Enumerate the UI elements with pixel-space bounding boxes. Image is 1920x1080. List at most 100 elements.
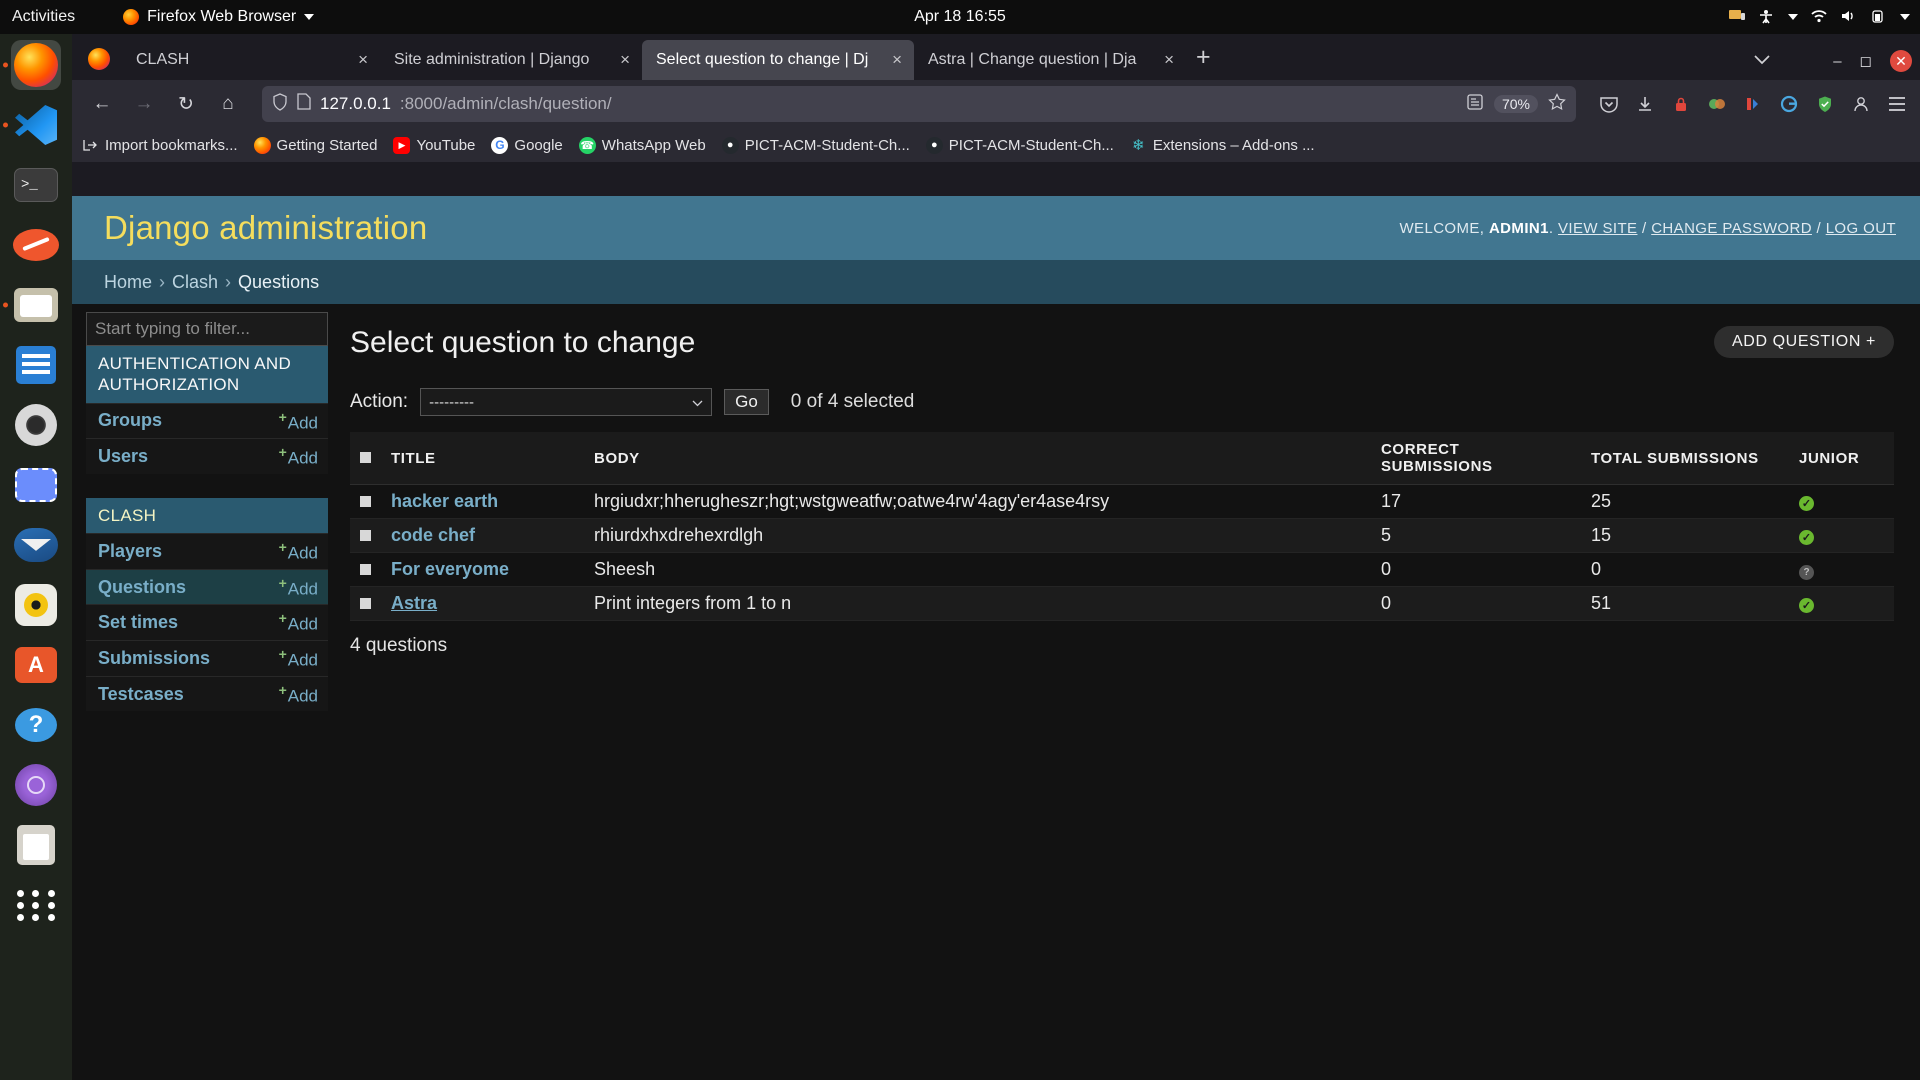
column-header-correct-submissions[interactable]: CORRECT SUBMISSIONS bbox=[1371, 432, 1581, 485]
sidebar-item-questions[interactable]: Questions +Add bbox=[86, 568, 328, 605]
dock-item-show-apps[interactable] bbox=[11, 880, 61, 930]
bookmark-whatsapp-web[interactable]: ☎ WhatsApp Web bbox=[578, 136, 706, 154]
sidebar-add-groups[interactable]: +Add bbox=[279, 409, 318, 434]
column-header-junior[interactable]: JUNIOR bbox=[1789, 432, 1894, 485]
sidebar-item-users[interactable]: Users +Add bbox=[86, 438, 328, 474]
close-icon[interactable]: × bbox=[1160, 50, 1178, 70]
sidebar-add-players[interactable]: +Add bbox=[279, 539, 318, 564]
forward-button[interactable]: → bbox=[126, 87, 162, 121]
reload-button[interactable]: ↻ bbox=[168, 87, 204, 121]
activities-button[interactable]: Activities bbox=[12, 8, 75, 26]
sidebar-add-users[interactable]: +Add bbox=[279, 444, 318, 469]
maximize-button[interactable]: ◻ bbox=[1860, 52, 1872, 70]
question-link[interactable]: For everyome bbox=[391, 559, 509, 579]
sidebar-item-testcases[interactable]: Testcases +Add bbox=[86, 675, 328, 712]
dock-item-system-monitor[interactable] bbox=[11, 760, 61, 810]
sidebar-add-questions[interactable]: +Add bbox=[279, 575, 318, 600]
close-icon[interactable]: × bbox=[888, 50, 906, 70]
dock-item-screenshot[interactable] bbox=[11, 460, 61, 510]
lock-icon[interactable] bbox=[1670, 93, 1692, 115]
dock-item-thunderbird[interactable] bbox=[11, 520, 61, 570]
dock-item-terminal[interactable]: >_ bbox=[11, 160, 61, 210]
dock-item-vscode[interactable] bbox=[11, 100, 61, 150]
site-title[interactable]: Django administration bbox=[104, 209, 427, 247]
sidebar-caption-clash[interactable]: CLASH bbox=[86, 497, 328, 534]
star-icon[interactable] bbox=[1548, 92, 1566, 116]
reader-view-icon[interactable] bbox=[1466, 93, 1484, 116]
row-select-cell[interactable] bbox=[350, 552, 381, 587]
row-select-cell[interactable] bbox=[350, 518, 381, 553]
breadcrumb-clash[interactable]: Clash bbox=[172, 272, 218, 293]
dock-item-settings[interactable] bbox=[11, 400, 61, 450]
select-all-header[interactable] bbox=[350, 432, 381, 485]
breadcrumb-home[interactable]: Home bbox=[104, 272, 152, 293]
minimize-button[interactable]: – bbox=[1833, 53, 1841, 70]
row-select-cell[interactable] bbox=[350, 586, 381, 621]
row-checkbox[interactable] bbox=[360, 530, 371, 541]
change-password-link[interactable]: CHANGE PASSWORD bbox=[1651, 220, 1812, 237]
bookmark-getting-started[interactable]: Getting Started bbox=[253, 136, 377, 154]
dock-item-libreoffice[interactable] bbox=[11, 340, 61, 390]
bookmark-pict-acm-2[interactable]: ● PICT-ACM-Student-Ch... bbox=[925, 136, 1114, 154]
column-header-title[interactable]: TITLE bbox=[381, 432, 585, 485]
url-bar[interactable]: 127.0.0.1 :8000/admin/clash/question/ 70… bbox=[262, 86, 1576, 122]
sidebar-add-submissions[interactable]: +Add bbox=[279, 646, 318, 671]
shield-green-icon[interactable] bbox=[1814, 93, 1836, 115]
dock-item-ubuntu-software[interactable]: A bbox=[11, 640, 61, 690]
sidebar-add-testcases[interactable]: +Add bbox=[279, 682, 318, 707]
sidebar-item-submissions[interactable]: Submissions +Add bbox=[86, 640, 328, 676]
clock[interactable]: Apr 18 16:55 bbox=[914, 8, 1006, 26]
sidebar-caption-auth[interactable]: AUTHENTICATION AND AUTHORIZATION bbox=[86, 346, 328, 403]
menu-icon[interactable] bbox=[1886, 93, 1908, 115]
question-link[interactable]: hacker earth bbox=[391, 491, 498, 511]
question-link[interactable]: code chef bbox=[391, 525, 475, 545]
home-button[interactable]: ⌂ bbox=[210, 87, 246, 121]
tab-site-administration[interactable]: Site administration | Django × bbox=[380, 40, 642, 80]
bookmark-extensions-addons[interactable]: ❄ Extensions – Add-ons ... bbox=[1130, 137, 1315, 155]
dock-item-clipboard[interactable] bbox=[11, 820, 61, 870]
dock-item-text-editor[interactable] bbox=[11, 220, 61, 270]
action-select[interactable]: --------- bbox=[420, 388, 713, 416]
bookmark-youtube[interactable]: ▶ YouTube bbox=[393, 136, 475, 154]
sidebar-item-groups[interactable]: Groups +Add bbox=[86, 402, 328, 439]
bookmark-google[interactable]: G Google bbox=[491, 136, 563, 154]
chevron-down-icon[interactable] bbox=[1900, 14, 1910, 20]
sidebar-item-players[interactable]: Players +Add bbox=[86, 533, 328, 569]
row-checkbox[interactable] bbox=[360, 598, 371, 609]
sidebar-filter-input[interactable]: Start typing to filter... bbox=[86, 312, 328, 346]
tab-select-question-to-change[interactable]: Select question to change | Dj × bbox=[642, 40, 914, 80]
extension-colors-icon[interactable] bbox=[1706, 93, 1728, 115]
pocket-icon[interactable] bbox=[1598, 93, 1620, 115]
go-button[interactable]: Go bbox=[724, 389, 769, 415]
battery-icon[interactable] bbox=[1870, 9, 1888, 25]
downloads-icon[interactable] bbox=[1634, 93, 1656, 115]
extension-red-icon[interactable] bbox=[1742, 93, 1764, 115]
wifi-icon[interactable] bbox=[1810, 9, 1828, 25]
dock-item-firefox[interactable] bbox=[11, 40, 61, 90]
row-select-cell[interactable] bbox=[350, 484, 381, 519]
app-menu-button[interactable]: Firefox Web Browser bbox=[123, 8, 315, 26]
column-header-total-submissions[interactable]: TOTAL SUBMISSIONS bbox=[1581, 432, 1789, 485]
zoom-level-indicator[interactable]: 70% bbox=[1493, 95, 1538, 113]
view-site-link[interactable]: VIEW SITE bbox=[1558, 220, 1637, 237]
list-all-tabs-button[interactable] bbox=[1754, 52, 1770, 68]
account-icon[interactable] bbox=[1850, 93, 1872, 115]
dock-item-rhythmbox[interactable] bbox=[11, 580, 61, 630]
row-checkbox[interactable] bbox=[360, 564, 371, 575]
dock-item-files[interactable] bbox=[11, 280, 61, 330]
row-checkbox[interactable] bbox=[360, 496, 371, 507]
close-icon[interactable]: × bbox=[354, 50, 372, 70]
back-button[interactable]: ← bbox=[84, 87, 120, 121]
volume-icon[interactable] bbox=[1840, 9, 1858, 25]
accessibility-icon[interactable] bbox=[1758, 9, 1776, 25]
shield-icon[interactable] bbox=[272, 92, 288, 116]
dock-item-help[interactable]: ? bbox=[11, 700, 61, 750]
log-out-link[interactable]: LOG OUT bbox=[1826, 220, 1896, 237]
tab-astra-change-question[interactable]: Astra | Change question | Dja × bbox=[914, 40, 1186, 80]
tab-clash[interactable]: CLASH × bbox=[122, 40, 380, 80]
question-link[interactable]: Astra bbox=[391, 593, 437, 613]
google-icon[interactable] bbox=[1778, 93, 1800, 115]
bookmark-import-bookmarks[interactable]: Import bookmarks... bbox=[82, 137, 238, 154]
sidebar-item-set-times[interactable]: Set times +Add bbox=[86, 604, 328, 641]
column-header-body[interactable]: BODY bbox=[584, 432, 1371, 485]
